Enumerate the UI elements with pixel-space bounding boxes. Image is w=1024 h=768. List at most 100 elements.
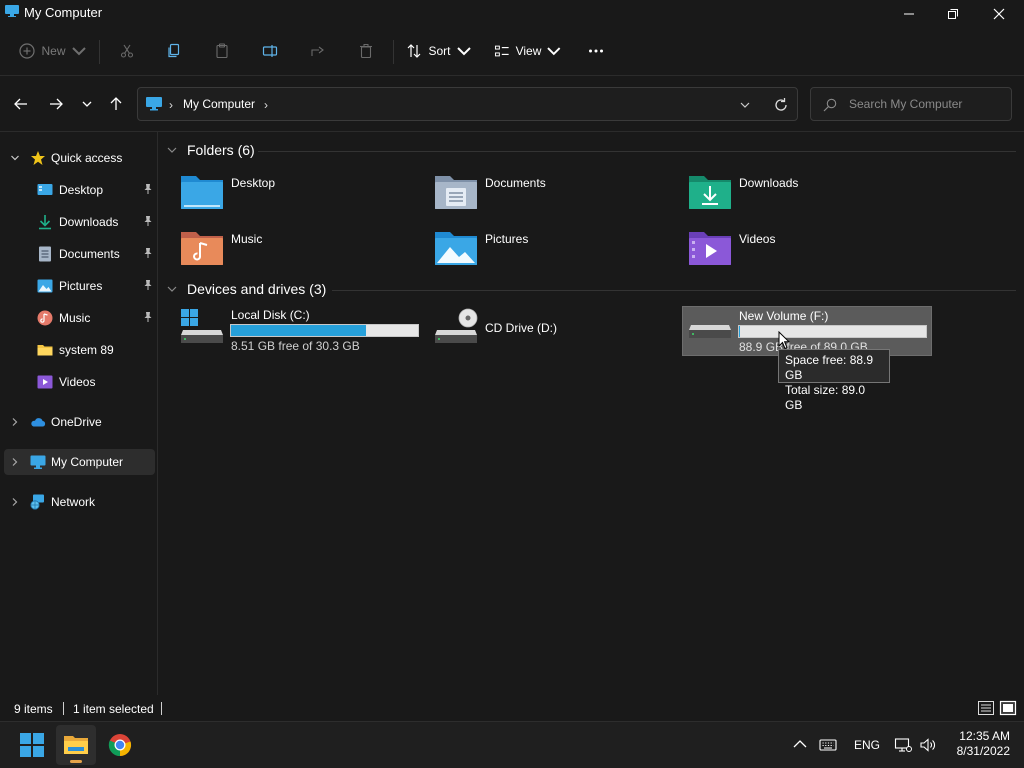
minimize-button[interactable] — [886, 0, 932, 28]
folder-tile-desktop[interactable]: Desktop — [180, 172, 430, 222]
chevron-right-icon[interactable] — [10, 457, 20, 467]
pin-icon[interactable] — [142, 247, 154, 259]
drives-group-header[interactable]: Devices and drives (3) — [166, 281, 326, 297]
paste-button[interactable] — [209, 38, 235, 64]
clipboard-icon — [216, 43, 228, 59]
pin-icon[interactable] — [142, 215, 154, 227]
sidebar-item-label: system 89 — [59, 343, 114, 357]
arrow-right-icon — [50, 98, 63, 110]
folder-name: Downloads — [739, 176, 799, 190]
drive-tile-cd-drive-d[interactable]: CD Drive (D:) — [432, 306, 682, 356]
sidebar-item-quick-access[interactable]: Quick access — [4, 145, 155, 171]
pin-icon[interactable] — [142, 311, 154, 323]
up-button[interactable] — [104, 92, 128, 116]
sidebar-item-videos[interactable]: Videos — [4, 369, 155, 395]
desktop-icon — [37, 184, 53, 195]
chevron-right-icon[interactable] — [10, 417, 20, 427]
taskbar-clock[interactable]: 12:35 AM 8/31/2022 — [944, 729, 1010, 759]
sidebar-item-system-89[interactable]: system 89 — [4, 337, 155, 363]
close-icon — [993, 8, 1005, 20]
start-button[interactable] — [12, 725, 52, 765]
taskbar: ENG 12:35 AM 8/31/2022 — [0, 721, 1024, 768]
pin-icon[interactable] — [142, 279, 154, 291]
trash-icon — [360, 44, 372, 59]
chevron-down-icon — [547, 47, 561, 56]
drive-tile-local-disk-c[interactable]: Local Disk (C:) 8.51 GB free of 30.3 GB — [178, 306, 428, 356]
details-view-icon[interactable] — [977, 699, 995, 717]
volume-icon[interactable] — [919, 736, 937, 754]
sidebar-item-onedrive[interactable]: OneDrive — [4, 409, 155, 435]
sidebar-item-desktop[interactable]: Desktop — [4, 177, 155, 203]
folder-tile-documents[interactable]: Documents — [434, 172, 684, 222]
chevron-down-icon[interactable] — [166, 283, 178, 295]
sidebar-item-documents[interactable]: Documents — [4, 241, 155, 267]
sidebar-item-network[interactable]: Network — [4, 489, 155, 515]
chevron-down-icon — [71, 47, 86, 56]
address-bar[interactable]: › My Computer › — [137, 87, 798, 121]
sidebar-item-label: Network — [51, 495, 96, 509]
breadcrumb-separator[interactable]: › — [169, 98, 173, 112]
sort-button[interactable]: Sort — [406, 38, 472, 64]
chevron-down-icon — [82, 101, 92, 107]
restore-button[interactable] — [930, 0, 976, 28]
chevron-right-icon[interactable] — [10, 497, 20, 507]
search-input[interactable] — [849, 95, 1007, 113]
command-bar: New Sort View — [0, 28, 1024, 76]
refresh-icon[interactable] — [772, 96, 790, 114]
drive-usage-bar — [230, 324, 419, 337]
input-language[interactable]: ENG — [854, 738, 880, 752]
more-options-button[interactable] — [582, 38, 610, 64]
delete-button[interactable] — [353, 38, 379, 64]
item-count: 9 items — [14, 702, 53, 716]
chevron-down-icon[interactable] — [738, 98, 752, 112]
drive-free-space: 8.51 GB free of 30.3 GB — [231, 339, 360, 353]
chevron-up-icon[interactable] — [791, 736, 809, 754]
minimize-icon — [904, 13, 914, 15]
rename-button[interactable] — [257, 38, 283, 64]
cut-button[interactable] — [114, 38, 140, 64]
sidebar-item-pictures[interactable]: Pictures — [4, 273, 155, 299]
sidebar-item-downloads[interactable]: Downloads — [4, 209, 155, 235]
chrome-icon — [108, 734, 132, 757]
keyboard-icon[interactable] — [819, 736, 837, 754]
breadcrumb-my-computer[interactable]: My Computer — [183, 97, 255, 111]
taskbar-file-explorer[interactable] — [56, 725, 96, 765]
folder-tile-music[interactable]: Music — [180, 228, 430, 278]
arrow-up-icon — [110, 97, 122, 110]
ellipsis-icon — [589, 49, 603, 53]
sidebar-item-my-computer[interactable]: My Computer — [4, 449, 155, 475]
sort-icon — [408, 44, 421, 58]
chevron-down-icon[interactable] — [166, 144, 178, 156]
pin-icon[interactable] — [142, 183, 154, 195]
cloud-icon — [31, 418, 46, 427]
taskbar-chrome[interactable] — [100, 725, 140, 765]
back-button[interactable] — [9, 92, 33, 116]
restore-icon — [948, 9, 958, 19]
documents-folder-icon — [435, 176, 477, 209]
sidebar-item-music[interactable]: Music — [4, 305, 155, 331]
folder-tile-pictures[interactable]: Pictures — [434, 228, 684, 278]
scissors-icon — [120, 44, 134, 58]
forward-button[interactable] — [44, 92, 68, 116]
view-button[interactable]: View — [494, 38, 562, 64]
folder-tile-videos[interactable]: Videos — [688, 228, 938, 278]
copy-icon — [168, 43, 180, 58]
share-button[interactable] — [305, 38, 331, 64]
document-icon — [39, 246, 51, 262]
close-button[interactable] — [976, 0, 1022, 28]
network-status-icon[interactable] — [894, 736, 912, 754]
folder-tile-downloads[interactable]: Downloads — [688, 172, 938, 222]
folders-group-header[interactable]: Folders (6) — [166, 142, 255, 158]
copy-button[interactable] — [161, 38, 187, 64]
command-separator — [393, 40, 394, 64]
new-button[interactable]: New — [18, 38, 88, 64]
sidebar-item-label: Videos — [59, 375, 96, 389]
drive-name: CD Drive (D:) — [485, 321, 557, 335]
sort-label: Sort — [428, 44, 451, 58]
music-folder-icon — [181, 232, 223, 265]
recent-locations-button[interactable] — [75, 92, 99, 116]
tiles-view-icon[interactable] — [999, 699, 1017, 717]
search-box[interactable] — [810, 87, 1012, 121]
breadcrumb-separator[interactable]: › — [264, 98, 268, 112]
chevron-down-icon[interactable] — [10, 153, 20, 163]
